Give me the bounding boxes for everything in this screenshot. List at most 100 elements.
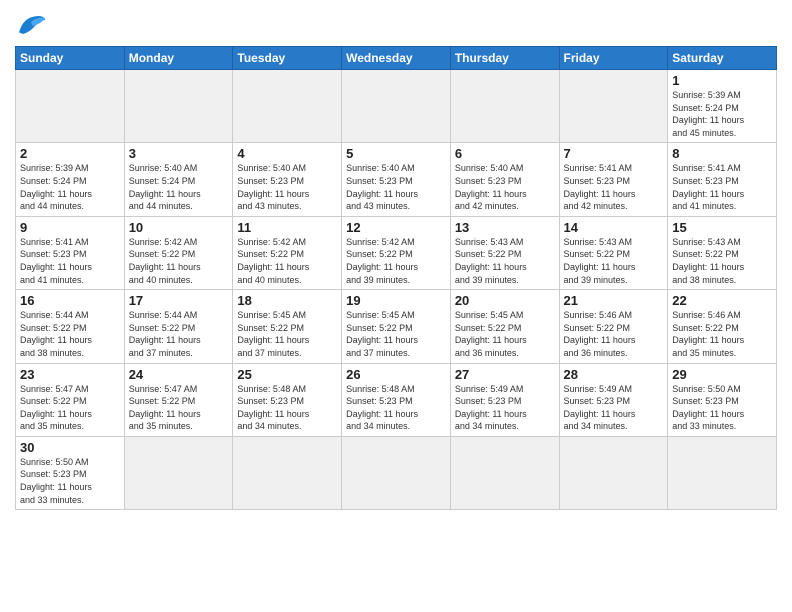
- day-number: 16: [20, 293, 120, 308]
- day-number: 23: [20, 367, 120, 382]
- day-number: 4: [237, 146, 337, 161]
- day-info: Sunrise: 5:39 AM Sunset: 5:24 PM Dayligh…: [672, 89, 772, 139]
- calendar-cell: 3Sunrise: 5:40 AM Sunset: 5:24 PM Daylig…: [124, 143, 233, 216]
- day-number: 7: [564, 146, 664, 161]
- calendar-cell: 16Sunrise: 5:44 AM Sunset: 5:22 PM Dayli…: [16, 290, 125, 363]
- calendar-cell: 14Sunrise: 5:43 AM Sunset: 5:22 PM Dayli…: [559, 216, 668, 289]
- day-number: 11: [237, 220, 337, 235]
- calendar-cell: 20Sunrise: 5:45 AM Sunset: 5:22 PM Dayli…: [450, 290, 559, 363]
- day-info: Sunrise: 5:42 AM Sunset: 5:22 PM Dayligh…: [129, 236, 229, 286]
- day-number: 20: [455, 293, 555, 308]
- calendar-header-tuesday: Tuesday: [233, 47, 342, 70]
- calendar-cell: [233, 436, 342, 509]
- calendar-cell: [124, 70, 233, 143]
- day-info: Sunrise: 5:42 AM Sunset: 5:22 PM Dayligh…: [346, 236, 446, 286]
- day-info: Sunrise: 5:40 AM Sunset: 5:24 PM Dayligh…: [129, 162, 229, 212]
- day-number: 1: [672, 73, 772, 88]
- calendar-cell: 25Sunrise: 5:48 AM Sunset: 5:23 PM Dayli…: [233, 363, 342, 436]
- day-info: Sunrise: 5:43 AM Sunset: 5:22 PM Dayligh…: [564, 236, 664, 286]
- calendar-cell: 13Sunrise: 5:43 AM Sunset: 5:22 PM Dayli…: [450, 216, 559, 289]
- day-info: Sunrise: 5:44 AM Sunset: 5:22 PM Dayligh…: [20, 309, 120, 359]
- calendar-cell: 6Sunrise: 5:40 AM Sunset: 5:23 PM Daylig…: [450, 143, 559, 216]
- logo: [15, 10, 51, 38]
- calendar-cell: 12Sunrise: 5:42 AM Sunset: 5:22 PM Dayli…: [342, 216, 451, 289]
- calendar-header-friday: Friday: [559, 47, 668, 70]
- calendar-cell: [124, 436, 233, 509]
- calendar-cell: 15Sunrise: 5:43 AM Sunset: 5:22 PM Dayli…: [668, 216, 777, 289]
- day-info: Sunrise: 5:41 AM Sunset: 5:23 PM Dayligh…: [672, 162, 772, 212]
- calendar-cell: [668, 436, 777, 509]
- day-info: Sunrise: 5:48 AM Sunset: 5:23 PM Dayligh…: [237, 383, 337, 433]
- header: [15, 10, 777, 38]
- calendar-week-row: 23Sunrise: 5:47 AM Sunset: 5:22 PM Dayli…: [16, 363, 777, 436]
- calendar-cell: 10Sunrise: 5:42 AM Sunset: 5:22 PM Dayli…: [124, 216, 233, 289]
- calendar-header-monday: Monday: [124, 47, 233, 70]
- day-info: Sunrise: 5:40 AM Sunset: 5:23 PM Dayligh…: [455, 162, 555, 212]
- logo-icon: [15, 10, 47, 38]
- day-number: 30: [20, 440, 120, 455]
- calendar-header-wednesday: Wednesday: [342, 47, 451, 70]
- day-number: 2: [20, 146, 120, 161]
- day-number: 9: [20, 220, 120, 235]
- day-info: Sunrise: 5:48 AM Sunset: 5:23 PM Dayligh…: [346, 383, 446, 433]
- day-number: 14: [564, 220, 664, 235]
- calendar-cell: 23Sunrise: 5:47 AM Sunset: 5:22 PM Dayli…: [16, 363, 125, 436]
- day-info: Sunrise: 5:45 AM Sunset: 5:22 PM Dayligh…: [346, 309, 446, 359]
- day-info: Sunrise: 5:46 AM Sunset: 5:22 PM Dayligh…: [564, 309, 664, 359]
- day-number: 29: [672, 367, 772, 382]
- day-number: 15: [672, 220, 772, 235]
- day-number: 12: [346, 220, 446, 235]
- calendar-cell: [342, 436, 451, 509]
- calendar-page: SundayMondayTuesdayWednesdayThursdayFrid…: [0, 0, 792, 612]
- calendar-cell: [16, 70, 125, 143]
- calendar-cell: 27Sunrise: 5:49 AM Sunset: 5:23 PM Dayli…: [450, 363, 559, 436]
- calendar-cell: [559, 436, 668, 509]
- calendar-cell: [450, 436, 559, 509]
- calendar-week-row: 16Sunrise: 5:44 AM Sunset: 5:22 PM Dayli…: [16, 290, 777, 363]
- calendar-cell: 7Sunrise: 5:41 AM Sunset: 5:23 PM Daylig…: [559, 143, 668, 216]
- day-info: Sunrise: 5:50 AM Sunset: 5:23 PM Dayligh…: [672, 383, 772, 433]
- day-info: Sunrise: 5:41 AM Sunset: 5:23 PM Dayligh…: [564, 162, 664, 212]
- day-number: 28: [564, 367, 664, 382]
- day-info: Sunrise: 5:45 AM Sunset: 5:22 PM Dayligh…: [455, 309, 555, 359]
- calendar-cell: [342, 70, 451, 143]
- day-number: 5: [346, 146, 446, 161]
- calendar-week-row: 1Sunrise: 5:39 AM Sunset: 5:24 PM Daylig…: [16, 70, 777, 143]
- calendar-cell: 2Sunrise: 5:39 AM Sunset: 5:24 PM Daylig…: [16, 143, 125, 216]
- day-number: 17: [129, 293, 229, 308]
- day-number: 24: [129, 367, 229, 382]
- calendar-cell: 9Sunrise: 5:41 AM Sunset: 5:23 PM Daylig…: [16, 216, 125, 289]
- day-number: 10: [129, 220, 229, 235]
- calendar-table: SundayMondayTuesdayWednesdayThursdayFrid…: [15, 46, 777, 510]
- day-number: 19: [346, 293, 446, 308]
- day-number: 22: [672, 293, 772, 308]
- day-number: 27: [455, 367, 555, 382]
- day-number: 25: [237, 367, 337, 382]
- calendar-week-row: 9Sunrise: 5:41 AM Sunset: 5:23 PM Daylig…: [16, 216, 777, 289]
- calendar-cell: 1Sunrise: 5:39 AM Sunset: 5:24 PM Daylig…: [668, 70, 777, 143]
- day-info: Sunrise: 5:42 AM Sunset: 5:22 PM Dayligh…: [237, 236, 337, 286]
- calendar-cell: 8Sunrise: 5:41 AM Sunset: 5:23 PM Daylig…: [668, 143, 777, 216]
- day-info: Sunrise: 5:46 AM Sunset: 5:22 PM Dayligh…: [672, 309, 772, 359]
- calendar-cell: [233, 70, 342, 143]
- day-info: Sunrise: 5:43 AM Sunset: 5:22 PM Dayligh…: [672, 236, 772, 286]
- calendar-cell: 21Sunrise: 5:46 AM Sunset: 5:22 PM Dayli…: [559, 290, 668, 363]
- calendar-cell: 29Sunrise: 5:50 AM Sunset: 5:23 PM Dayli…: [668, 363, 777, 436]
- calendar-cell: 18Sunrise: 5:45 AM Sunset: 5:22 PM Dayli…: [233, 290, 342, 363]
- calendar-cell: 28Sunrise: 5:49 AM Sunset: 5:23 PM Dayli…: [559, 363, 668, 436]
- calendar-cell: 19Sunrise: 5:45 AM Sunset: 5:22 PM Dayli…: [342, 290, 451, 363]
- day-info: Sunrise: 5:49 AM Sunset: 5:23 PM Dayligh…: [564, 383, 664, 433]
- calendar-header-thursday: Thursday: [450, 47, 559, 70]
- calendar-week-row: 2Sunrise: 5:39 AM Sunset: 5:24 PM Daylig…: [16, 143, 777, 216]
- day-number: 8: [672, 146, 772, 161]
- day-info: Sunrise: 5:50 AM Sunset: 5:23 PM Dayligh…: [20, 456, 120, 506]
- day-number: 21: [564, 293, 664, 308]
- calendar-cell: 4Sunrise: 5:40 AM Sunset: 5:23 PM Daylig…: [233, 143, 342, 216]
- calendar-cell: 24Sunrise: 5:47 AM Sunset: 5:22 PM Dayli…: [124, 363, 233, 436]
- calendar-cell: [450, 70, 559, 143]
- calendar-header-sunday: Sunday: [16, 47, 125, 70]
- day-info: Sunrise: 5:40 AM Sunset: 5:23 PM Dayligh…: [237, 162, 337, 212]
- day-number: 6: [455, 146, 555, 161]
- day-info: Sunrise: 5:41 AM Sunset: 5:23 PM Dayligh…: [20, 236, 120, 286]
- calendar-cell: 11Sunrise: 5:42 AM Sunset: 5:22 PM Dayli…: [233, 216, 342, 289]
